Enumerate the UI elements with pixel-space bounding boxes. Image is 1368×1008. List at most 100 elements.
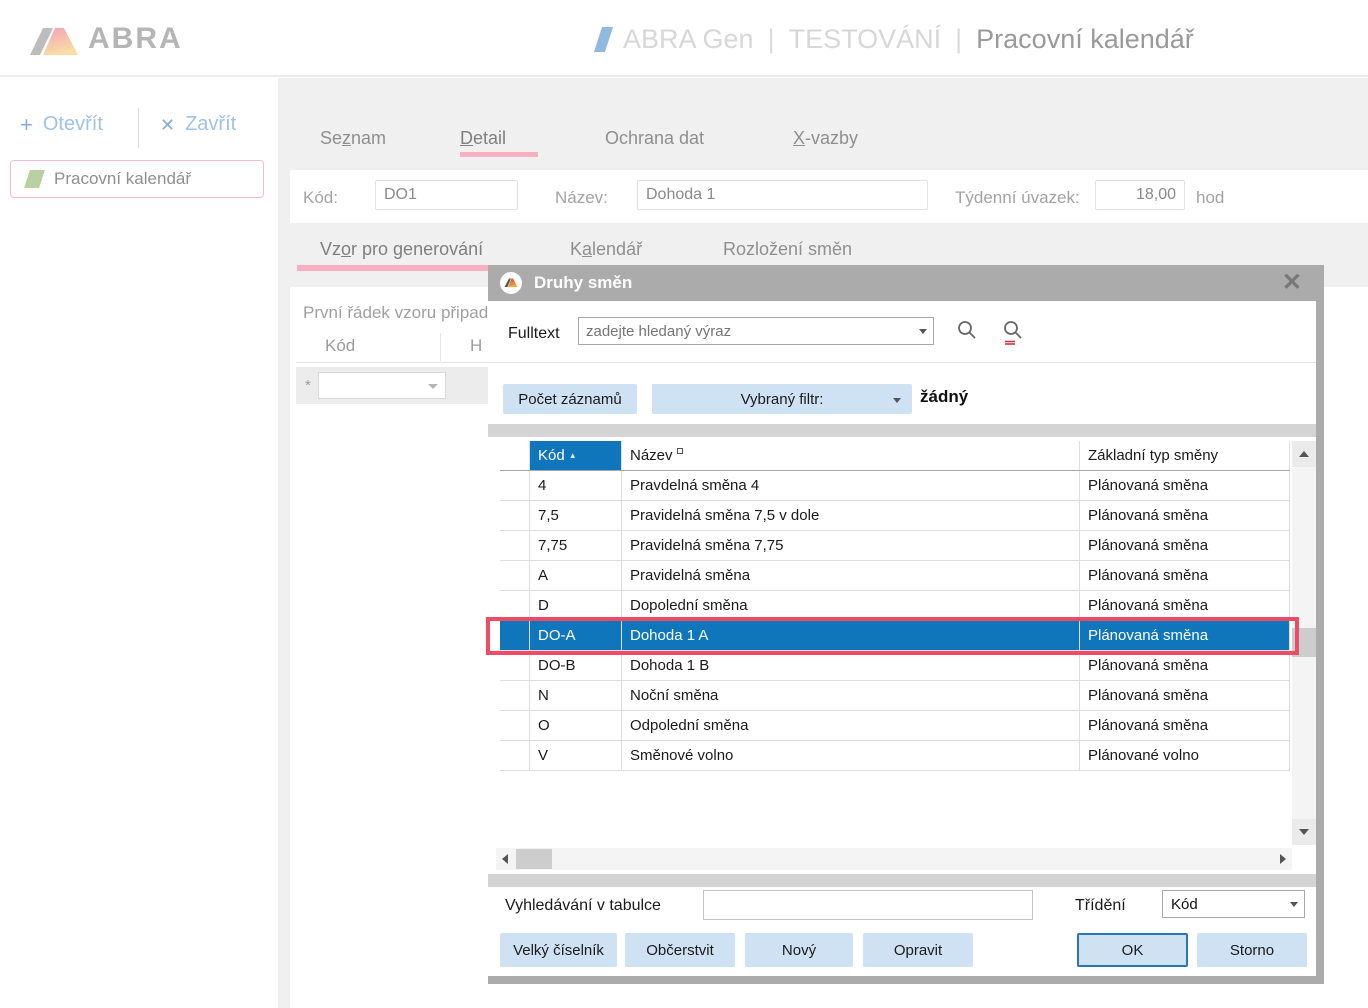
subtab-kalendar[interactable]: Kalendář [570,239,642,260]
cell-kod[interactable]: DO-B [530,651,622,680]
detail-form: Kód: Název: Týdenní úvazek: hod [290,170,1368,223]
row-selector-cell[interactable] [500,621,530,650]
cell-nazev[interactable]: Dohoda 1 B [622,651,1080,680]
button-label: Opravit [894,942,942,959]
cell-nazev[interactable]: Noční směna [622,681,1080,710]
cell-nazev[interactable]: Pravidelná směna 7,5 v dole [622,501,1080,530]
table-row[interactable]: 4Pravdelná směna 4Plánovaná směna [500,471,1290,501]
cell-kod[interactable]: 7,5 [530,501,622,530]
horizontal-scroll-thumb[interactable] [516,849,552,869]
storno-button[interactable]: Storno [1197,933,1307,967]
scroll-up-button[interactable] [1292,441,1316,467]
scroll-right-button[interactable] [1274,848,1292,870]
search-settings-icon[interactable] [1002,319,1024,350]
nazev-field[interactable] [637,180,928,210]
column-header-kod[interactable]: Kód▲ [530,441,622,470]
separator-band [488,424,1316,437]
cell-nazev[interactable]: Dohoda 1 A [622,621,1080,650]
novy-button[interactable]: Nový [745,933,853,967]
cell-kod[interactable]: N [530,681,622,710]
cell-kod[interactable]: 4 [530,471,622,500]
cell-nazev[interactable]: Pravdelná směna 4 [622,471,1080,500]
cell-nazev[interactable]: Pravidelná směna 7,75 [622,531,1080,560]
sort-dropdown-value: Kód [1171,896,1198,913]
vertical-scroll-thumb[interactable] [1292,628,1316,657]
cell-typ[interactable]: Plánovaná směna [1080,651,1290,680]
row-selector-cell[interactable] [500,591,530,620]
fulltext-combo[interactable] [578,317,934,345]
cell-typ[interactable]: Plánovaná směna [1080,591,1290,620]
cell-typ[interactable]: Plánovaná směna [1080,681,1290,710]
filter-value: žádný [920,387,968,407]
dialog-titlebar[interactable]: Druhy směn ✕ [488,265,1316,301]
opravit-button[interactable]: Opravit [863,933,973,967]
cell-kod[interactable]: 7,75 [530,531,622,560]
sidebar-item-pracovni-kalendar[interactable]: Pracovní kalendář [10,160,264,198]
tab-seznam[interactable]: Seznam [320,128,386,149]
column-header-typ[interactable]: Základní typ směny [1080,441,1290,470]
cell-kod[interactable]: O [530,711,622,740]
row-selector-cell[interactable] [500,651,530,680]
uvazek-field[interactable] [1095,180,1185,210]
cell-kod[interactable]: V [530,741,622,770]
table-row[interactable]: VSměnové volnoPlánované volno [500,741,1290,771]
table-row[interactable]: DO-ADohoda 1 APlánovaná směna [500,621,1290,651]
cell-typ[interactable]: Plánované volno [1080,741,1290,770]
cell-nazev[interactable]: Směnové volno [622,741,1080,770]
cell-nazev[interactable]: Pravidelná směna [622,561,1080,590]
cell-typ[interactable]: Plánovaná směna [1080,711,1290,740]
row-selector-cell[interactable] [500,711,530,740]
selected-filter-dropdown[interactable]: Vybraný filtr: [652,384,912,414]
tab-ochrana-dat[interactable]: Ochrana dat [605,128,704,149]
cell-typ[interactable]: Plánovaná směna [1080,531,1290,560]
close-button-label: Zavřít [185,113,236,136]
horizontal-scrollbar[interactable] [496,848,1292,870]
row-selector-cell[interactable] [500,531,530,560]
cell-typ[interactable]: Plánovaná směna [1080,561,1290,590]
vertical-scrollbar[interactable] [1292,441,1316,845]
obcerstvit-button[interactable]: Občerstvit [625,933,735,967]
close-button[interactable]: ✕ Zavřít [160,113,236,136]
table-row[interactable]: OOdpolední směnaPlánovaná směna [500,711,1290,741]
table-row[interactable]: NNoční směnaPlánovaná směna [500,681,1290,711]
dialog-close-icon[interactable]: ✕ [1282,268,1302,298]
search-icon[interactable] [956,319,978,348]
subtab-vzor-pro-generovani[interactable]: Vzor pro generování [320,239,483,260]
row-selector-cell[interactable] [500,471,530,500]
cell-typ[interactable]: Plánovaná směna [1080,621,1290,650]
row-selector-cell[interactable] [500,741,530,770]
open-button[interactable]: + Otevřít [20,113,103,136]
tab-x-vazby[interactable]: X-vazby [793,128,858,149]
plus-icon: + [20,115,33,135]
table-search-input[interactable] [703,890,1033,920]
ok-button[interactable]: OK [1077,933,1188,967]
column-header-nazev[interactable]: Název [622,441,1080,470]
cell-kod[interactable]: DO-A [530,621,622,650]
tab-detail[interactable]: Detail [460,128,506,149]
subtab-rozlozeni-smen[interactable]: Rozložení směn [723,239,852,260]
uvazek-label: Týdenní úvazek: [955,188,1080,208]
column-header-label: Název [630,447,673,464]
cell-typ[interactable]: Plánovaná směna [1080,471,1290,500]
velky-ciselnik-button[interactable]: Velký číselník [500,933,617,967]
kod-field[interactable] [375,180,518,210]
table-row[interactable]: DDopolední směnaPlánovaná směna [500,591,1290,621]
cell-nazev[interactable]: Dopolední směna [622,591,1080,620]
cell-typ[interactable]: Plánovaná směna [1080,501,1290,530]
sort-dropdown[interactable]: Kód [1162,890,1305,918]
scroll-down-button[interactable] [1292,819,1316,845]
record-count-button[interactable]: Počet záznamů [503,384,637,414]
fulltext-input[interactable] [579,318,933,344]
table-row[interactable]: DO-BDohoda 1 BPlánovaná směna [500,651,1290,681]
table-row[interactable]: 7,5Pravidelná směna 7,5 v dolePlánovaná … [500,501,1290,531]
bg-row-combo[interactable] [318,372,446,399]
cell-kod[interactable]: D [530,591,622,620]
table-row[interactable]: APravidelná směnaPlánovaná směna [500,561,1290,591]
row-selector-cell[interactable] [500,501,530,530]
row-selector-cell[interactable] [500,681,530,710]
scroll-left-button[interactable] [496,848,514,870]
cell-kod[interactable]: A [530,561,622,590]
cell-nazev[interactable]: Odpolední směna [622,711,1080,740]
table-row[interactable]: 7,75Pravidelná směna 7,75Plánovaná směna [500,531,1290,561]
row-selector-cell[interactable] [500,561,530,590]
